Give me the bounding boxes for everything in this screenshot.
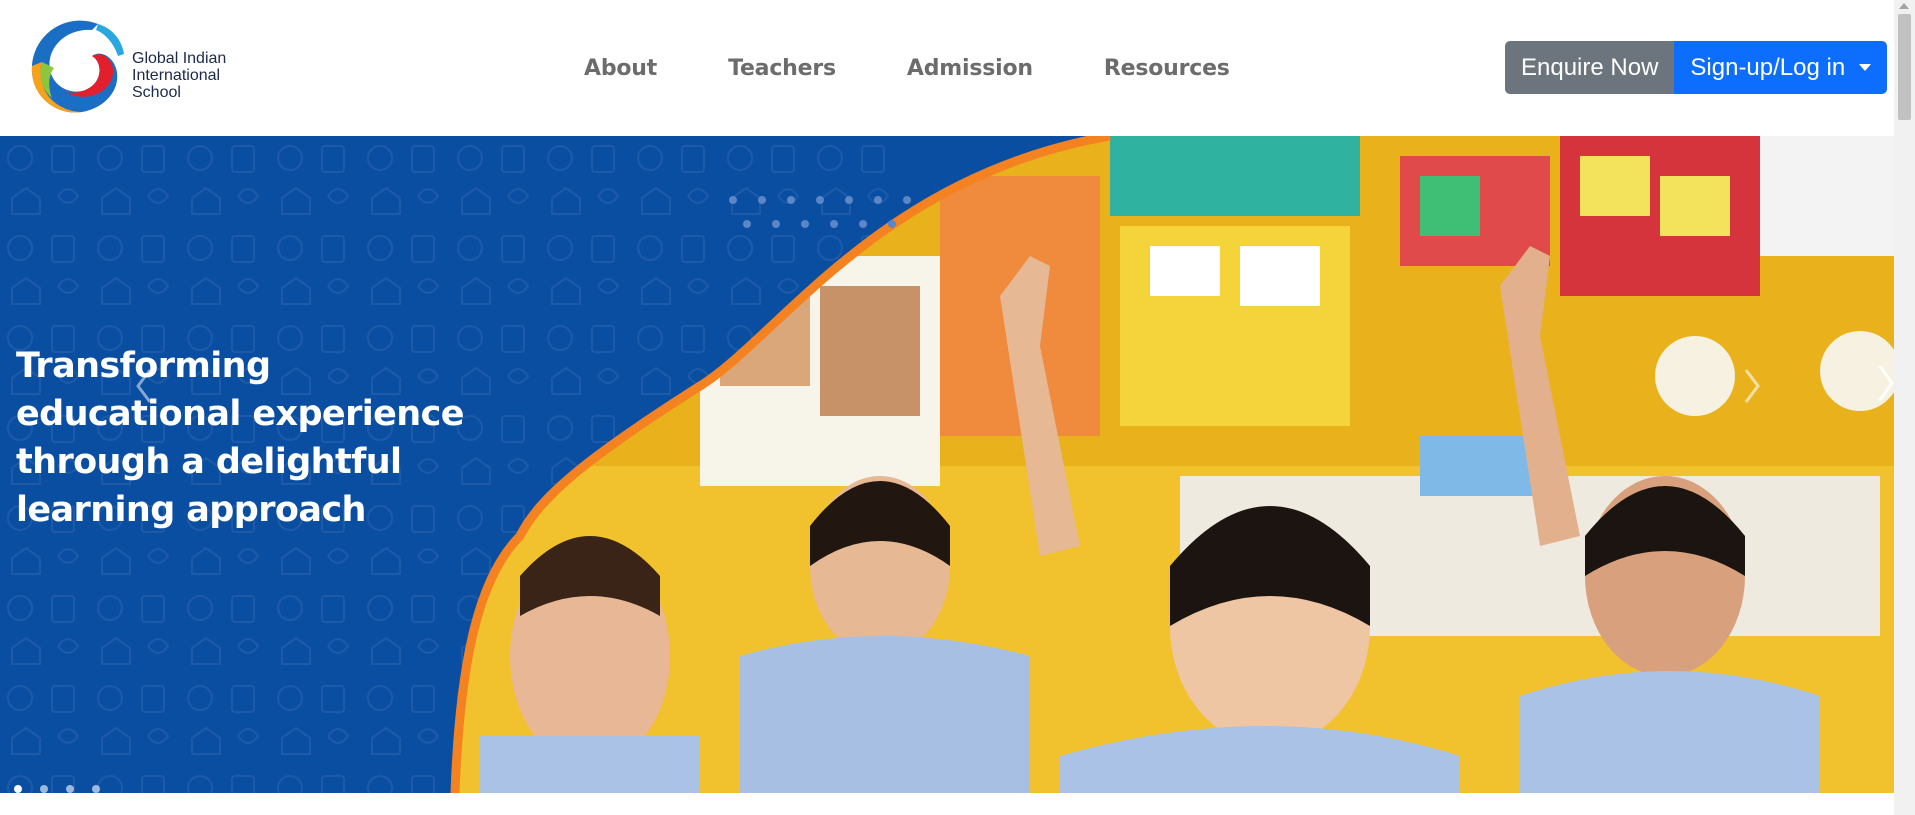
carousel-next-edge-icon[interactable] bbox=[1878, 358, 1894, 408]
hero-carousel: Transforming educational experience thro… bbox=[0, 136, 1894, 793]
scroll-up-arrow-icon[interactable] bbox=[1899, 3, 1909, 9]
logo-wordmark: Global Indian International School bbox=[132, 50, 226, 101]
nav-teachers[interactable]: Teachers bbox=[728, 56, 836, 81]
enquire-now-button[interactable]: Enquire Now bbox=[1505, 41, 1675, 94]
site-header: Global Indian International School About… bbox=[0, 0, 1894, 136]
nav-resources[interactable]: Resources bbox=[1104, 56, 1230, 81]
signup-login-label: Sign-up/Log in bbox=[1690, 53, 1846, 81]
nav-admission[interactable]: Admission bbox=[907, 56, 1033, 81]
hero-headline: Transforming educational experience thro… bbox=[16, 346, 464, 530]
carousel-prev-button[interactable] bbox=[132, 366, 156, 406]
logo-line-2: International bbox=[132, 66, 221, 84]
school-logo[interactable]: Global Indian International School bbox=[26, 16, 236, 120]
signup-login-dropdown-button[interactable]: Sign-up/Log in bbox=[1674, 41, 1888, 94]
carousel-next-button[interactable] bbox=[1740, 366, 1764, 406]
main-nav: About Teachers Admission Resources bbox=[584, 0, 1301, 136]
page-scrollbar[interactable] bbox=[1894, 0, 1915, 815]
logo-line-3: School bbox=[132, 83, 181, 101]
logo-line-1: Global Indian bbox=[132, 49, 227, 67]
carousel-indicators[interactable] bbox=[10, 779, 120, 793]
logo-swirl-icon bbox=[31, 20, 124, 113]
nav-about[interactable]: About bbox=[584, 56, 657, 81]
scroll-thumb[interactable] bbox=[1898, 14, 1911, 120]
header-actions: Enquire Now Sign-up/Log in bbox=[1505, 41, 1888, 94]
caret-down-icon bbox=[1859, 64, 1872, 71]
page-content-start bbox=[0, 793, 1894, 815]
